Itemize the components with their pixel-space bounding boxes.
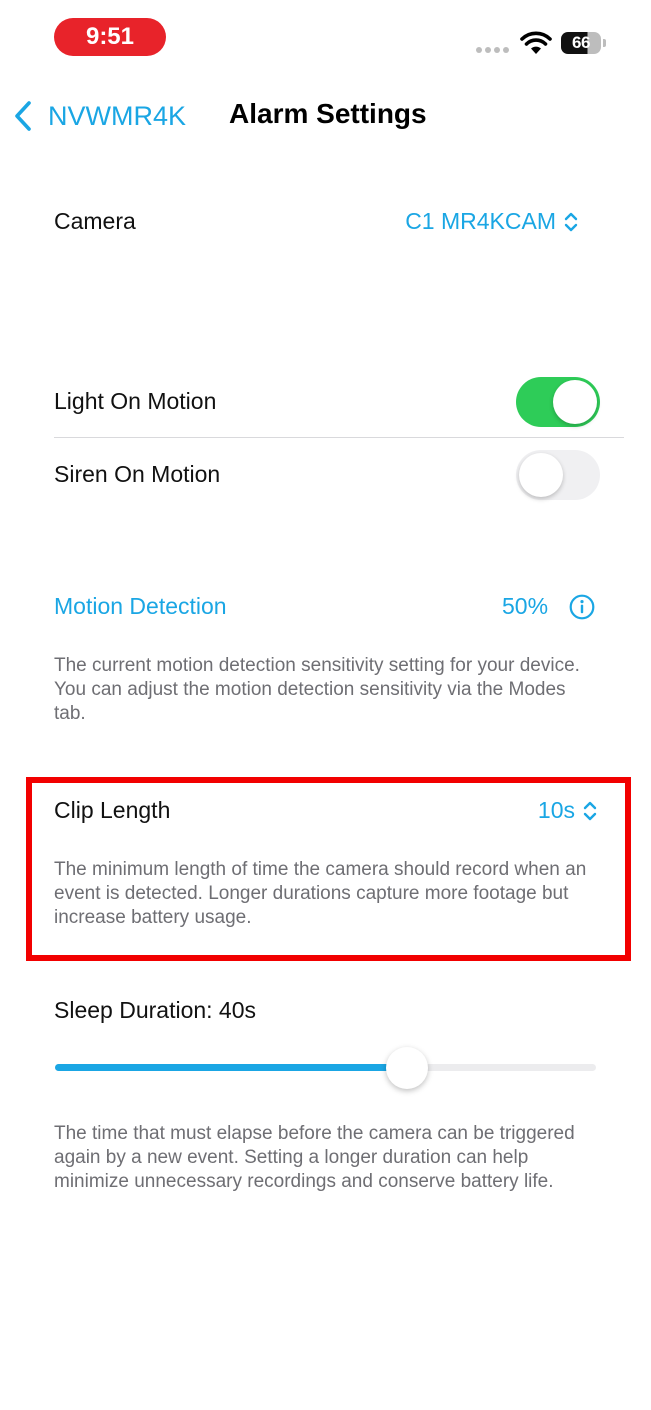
camera-value: C1 MR4KCAM bbox=[405, 208, 556, 234]
siren-on-motion-label: Siren On Motion bbox=[54, 461, 221, 487]
chevron-up-down-icon bbox=[564, 212, 578, 231]
back-button[interactable]: NVWMR4K bbox=[12, 96, 186, 136]
status-time: 9:51 bbox=[54, 18, 166, 56]
page-title: Alarm Settings bbox=[229, 98, 427, 129]
clip-length-description: The minimum length of time the camera sh… bbox=[54, 859, 587, 928]
info-icon[interactable] bbox=[569, 594, 595, 620]
clip-length-picker[interactable]: 10s bbox=[538, 797, 597, 824]
camera-label: Camera bbox=[54, 208, 136, 234]
toggle-knob bbox=[553, 380, 597, 424]
motion-detection-link[interactable]: Motion Detection bbox=[54, 593, 227, 620]
chevron-up-down-icon bbox=[583, 801, 597, 820]
clip-length-value: 10s bbox=[537, 797, 575, 823]
sleep-duration-slider-fill bbox=[55, 1064, 407, 1071]
clip-length-label: Clip Length bbox=[54, 797, 171, 823]
sleep-duration-slider-thumb[interactable] bbox=[385, 1047, 428, 1089]
sleep-duration-description: The time that must elapse before the cam… bbox=[54, 1123, 575, 1192]
light-on-motion-label: Light On Motion bbox=[54, 388, 217, 414]
motion-detection-description: The current motion detection sensitivity… bbox=[54, 655, 580, 724]
motion-detection-value: 50% bbox=[502, 593, 549, 619]
cellular-signal-icon bbox=[476, 47, 509, 53]
camera-picker[interactable]: C1 MR4KCAM bbox=[405, 208, 578, 235]
battery-cap bbox=[603, 39, 606, 47]
wifi-icon bbox=[520, 31, 552, 54]
divider bbox=[54, 437, 624, 438]
siren-on-motion-toggle[interactable] bbox=[516, 450, 600, 500]
toggle-knob bbox=[519, 453, 563, 497]
battery-icon: 66 bbox=[561, 32, 601, 54]
sleep-duration-label: Sleep Duration: 40s bbox=[54, 997, 257, 1023]
chevron-left-icon bbox=[15, 101, 31, 131]
light-on-motion-toggle[interactable] bbox=[516, 377, 600, 427]
back-button-label: NVWMR4K bbox=[48, 100, 187, 131]
